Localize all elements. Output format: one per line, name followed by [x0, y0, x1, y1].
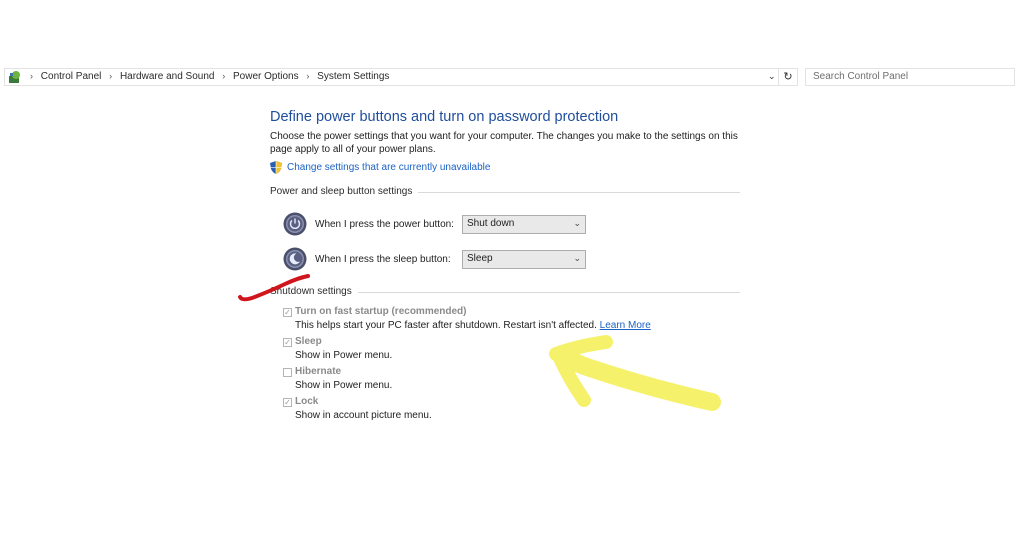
chevron-right-icon: ›: [306, 71, 310, 81]
page-title: Define power buttons and turn on passwor…: [270, 109, 619, 125]
sleep-option-label: Sleep: [295, 336, 322, 347]
chevron-down-icon[interactable]: ⌄: [768, 71, 776, 82]
sleep-button-select[interactable]: Sleep ⌄: [462, 250, 586, 269]
shutdown-section-heading: Shutdown settings: [270, 286, 358, 297]
fast-startup-description: This helps start your PC faster after sh…: [295, 320, 651, 331]
learn-more-link[interactable]: Learn More: [600, 320, 651, 331]
chevron-down-icon: ⌄: [573, 218, 581, 228]
lock-checkbox[interactable]: ✓: [283, 398, 292, 407]
breadcrumb-system-settings[interactable]: System Settings: [317, 71, 389, 82]
sleep-button-value: Sleep: [467, 253, 493, 264]
chevron-right-icon: ›: [222, 71, 226, 81]
fast-startup-description-text: This helps start your PC faster after sh…: [295, 320, 597, 331]
address-bar[interactable]: › Control Panel › Hardware and Sound › P…: [4, 68, 778, 86]
power-button-label: When I press the power button:: [315, 219, 454, 230]
fast-startup-checkbox[interactable]: ✓: [283, 308, 292, 317]
sleep-option-description: Show in Power menu.: [295, 350, 393, 361]
lock-option-description: Show in account picture menu.: [295, 410, 432, 421]
chevron-down-icon: ⌄: [573, 253, 581, 263]
sleep-button-icon: [283, 247, 307, 271]
change-settings-link[interactable]: Change settings that are currently unava…: [287, 162, 490, 173]
lock-option-label: Lock: [295, 396, 319, 407]
refresh-button[interactable]: ↻: [778, 68, 798, 86]
power-button-icon: [283, 212, 307, 236]
sleep-checkbox[interactable]: ✓: [283, 338, 292, 347]
breadcrumb-power-options[interactable]: Power Options: [233, 71, 299, 82]
breadcrumb-hardware-and-sound[interactable]: Hardware and Sound: [120, 71, 215, 82]
power-button-value: Shut down: [467, 218, 515, 229]
uac-shield-icon: [270, 161, 282, 174]
hibernate-checkbox[interactable]: [283, 368, 292, 377]
power-sleep-section-heading: Power and sleep button settings: [270, 186, 419, 197]
fast-startup-label: Turn on fast startup (recommended): [295, 306, 467, 317]
chevron-right-icon: ›: [109, 71, 113, 81]
hibernate-option-label: Hibernate: [295, 366, 342, 377]
hibernate-option-description: Show in Power menu.: [295, 380, 393, 391]
yellow-arrow-mark: [549, 335, 721, 411]
breadcrumb-control-panel[interactable]: Control Panel: [41, 71, 102, 82]
sleep-button-label: When I press the sleep button:: [315, 254, 451, 265]
search-input[interactable]: Search Control Panel: [805, 68, 1015, 86]
control-panel-icon: [9, 71, 20, 83]
chevron-right-icon: ›: [30, 71, 33, 81]
power-button-select[interactable]: Shut down ⌄: [462, 215, 586, 234]
breadcrumb: › Control Panel › Hardware and Sound › P…: [25, 71, 389, 82]
page-description: Choose the power settings that you want …: [270, 131, 738, 155]
